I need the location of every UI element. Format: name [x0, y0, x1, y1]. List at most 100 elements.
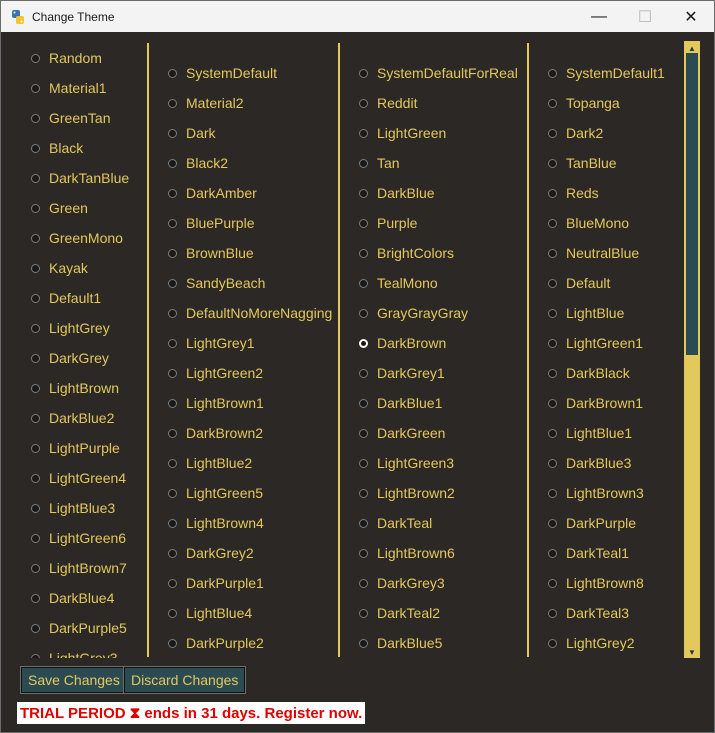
radio-button-icon[interactable]	[359, 68, 368, 78]
radio-button-icon[interactable]	[359, 128, 368, 138]
radio-button-icon[interactable]	[31, 143, 40, 153]
scrollbar-track[interactable]	[686, 355, 698, 647]
theme-radio-option[interactable]: LightBlue3	[31, 493, 115, 523]
radio-button-icon[interactable]	[168, 428, 177, 438]
radio-button-icon[interactable]	[168, 308, 177, 318]
theme-radio-option[interactable]: SandyBeach	[168, 268, 265, 298]
radio-button-icon[interactable]	[168, 398, 177, 408]
theme-radio-option[interactable]: Black2	[168, 148, 228, 178]
radio-button-icon[interactable]	[168, 338, 177, 348]
theme-radio-option[interactable]: DarkTeal	[359, 508, 432, 538]
radio-button-icon[interactable]	[168, 488, 177, 498]
radio-button-icon[interactable]	[31, 473, 40, 483]
radio-button-icon[interactable]	[548, 248, 557, 258]
radio-button-icon[interactable]	[168, 548, 177, 558]
radio-button-icon[interactable]	[548, 548, 557, 558]
radio-button-icon[interactable]	[31, 173, 40, 183]
radio-button-icon[interactable]	[548, 188, 557, 198]
theme-radio-option[interactable]: Default	[548, 268, 610, 298]
radio-button-icon[interactable]	[31, 383, 40, 393]
theme-radio-option[interactable]: Black	[31, 133, 83, 163]
radio-button-icon[interactable]	[359, 158, 368, 168]
radio-button-icon[interactable]	[168, 98, 177, 108]
radio-button-icon[interactable]	[31, 443, 40, 453]
theme-radio-option[interactable]: GrayGrayGray	[359, 298, 468, 328]
radio-button-icon[interactable]	[31, 113, 40, 123]
theme-radio-option[interactable]: LightBrown	[31, 373, 119, 403]
theme-radio-option[interactable]: LightBlue	[548, 298, 624, 328]
theme-radio-option[interactable]: LightBrown4	[168, 508, 264, 538]
theme-radio-option[interactable]: DarkBlue2	[31, 403, 114, 433]
theme-radio-option[interactable]: NeutralBlue	[548, 238, 639, 268]
theme-radio-option[interactable]: DarkBlack	[548, 358, 630, 388]
radio-button-icon[interactable]	[168, 368, 177, 378]
theme-radio-option[interactable]: Kayak	[31, 253, 88, 283]
theme-radio-option[interactable]: DarkGreen	[359, 418, 445, 448]
theme-radio-option[interactable]: DarkBrown2	[168, 418, 263, 448]
theme-radio-option[interactable]: LightGreen4	[31, 463, 126, 493]
radio-button-icon[interactable]	[31, 263, 40, 273]
theme-radio-option[interactable]: DarkTanBlue	[31, 163, 129, 193]
radio-button-icon[interactable]	[548, 608, 557, 618]
theme-radio-option[interactable]: DarkBrown	[359, 328, 446, 358]
theme-radio-option[interactable]: DarkGrey2	[168, 538, 254, 568]
theme-radio-option[interactable]: SystemDefault1	[548, 58, 665, 88]
radio-button-icon[interactable]	[31, 413, 40, 423]
radio-button-icon[interactable]	[548, 638, 557, 648]
save-changes-button[interactable]: Save Changes	[20, 666, 128, 694]
theme-radio-option[interactable]: BrightColors	[359, 238, 454, 268]
scroll-down-icon[interactable]: ▼	[686, 647, 698, 657]
radio-button-icon[interactable]	[168, 68, 177, 78]
radio-button-icon[interactable]	[359, 548, 368, 558]
radio-button-icon[interactable]	[359, 458, 368, 468]
radio-button-icon[interactable]	[548, 278, 557, 288]
radio-button-icon[interactable]	[548, 128, 557, 138]
radio-button-icon[interactable]	[548, 218, 557, 228]
radio-button-icon[interactable]	[31, 653, 40, 658]
theme-radio-option[interactable]: Dark	[168, 118, 216, 148]
theme-radio-option[interactable]: LightBlue2	[168, 448, 252, 478]
theme-radio-option[interactable]: Purple	[359, 208, 417, 238]
radio-button-icon[interactable]	[31, 83, 40, 93]
theme-radio-option[interactable]: Reddit	[359, 88, 417, 118]
theme-radio-option[interactable]: Tan	[359, 148, 400, 178]
radio-button-icon[interactable]	[31, 533, 40, 543]
theme-radio-option[interactable]: LightBrown7	[31, 553, 127, 583]
theme-radio-option[interactable]: DarkBrown1	[548, 388, 643, 418]
theme-radio-option[interactable]: DarkPurple5	[31, 613, 127, 643]
radio-button-icon[interactable]	[31, 353, 40, 363]
radio-button-icon[interactable]	[359, 338, 368, 348]
theme-radio-option[interactable]: DarkBlue3	[548, 448, 631, 478]
theme-radio-option[interactable]: DarkPurple2	[168, 628, 264, 658]
radio-button-icon[interactable]	[359, 398, 368, 408]
radio-button-icon[interactable]	[168, 458, 177, 468]
radio-button-icon[interactable]	[359, 368, 368, 378]
radio-button-icon[interactable]	[31, 293, 40, 303]
radio-button-icon[interactable]	[548, 428, 557, 438]
scrollbar-thumb[interactable]	[686, 53, 698, 355]
theme-radio-option[interactable]: TealMono	[359, 268, 438, 298]
theme-radio-option[interactable]: LightGrey	[31, 313, 110, 343]
radio-button-icon[interactable]	[359, 248, 368, 258]
theme-radio-option[interactable]: DarkAmber	[168, 178, 257, 208]
theme-radio-option[interactable]: LightBrown8	[548, 568, 644, 598]
radio-button-icon[interactable]	[168, 518, 177, 528]
theme-radio-option[interactable]: LightBrown6	[359, 538, 455, 568]
radio-button-icon[interactable]	[359, 308, 368, 318]
radio-button-icon[interactable]	[168, 248, 177, 258]
radio-button-icon[interactable]	[548, 68, 557, 78]
radio-button-icon[interactable]	[31, 203, 40, 213]
theme-radio-option[interactable]: LightBlue4	[168, 598, 252, 628]
radio-button-icon[interactable]	[359, 218, 368, 228]
theme-radio-option[interactable]: LightBrown1	[168, 388, 264, 418]
radio-button-icon[interactable]	[548, 518, 557, 528]
radio-button-icon[interactable]	[168, 128, 177, 138]
theme-radio-option[interactable]: Reds	[548, 178, 599, 208]
radio-button-icon[interactable]	[548, 398, 557, 408]
theme-radio-option[interactable]: BlueMono	[548, 208, 629, 238]
radio-button-icon[interactable]	[548, 338, 557, 348]
theme-radio-option[interactable]: LightGreen3	[359, 448, 454, 478]
radio-button-icon[interactable]	[168, 278, 177, 288]
theme-radio-option[interactable]: LightBrown2	[359, 478, 455, 508]
theme-radio-option[interactable]: Material1	[31, 73, 107, 103]
